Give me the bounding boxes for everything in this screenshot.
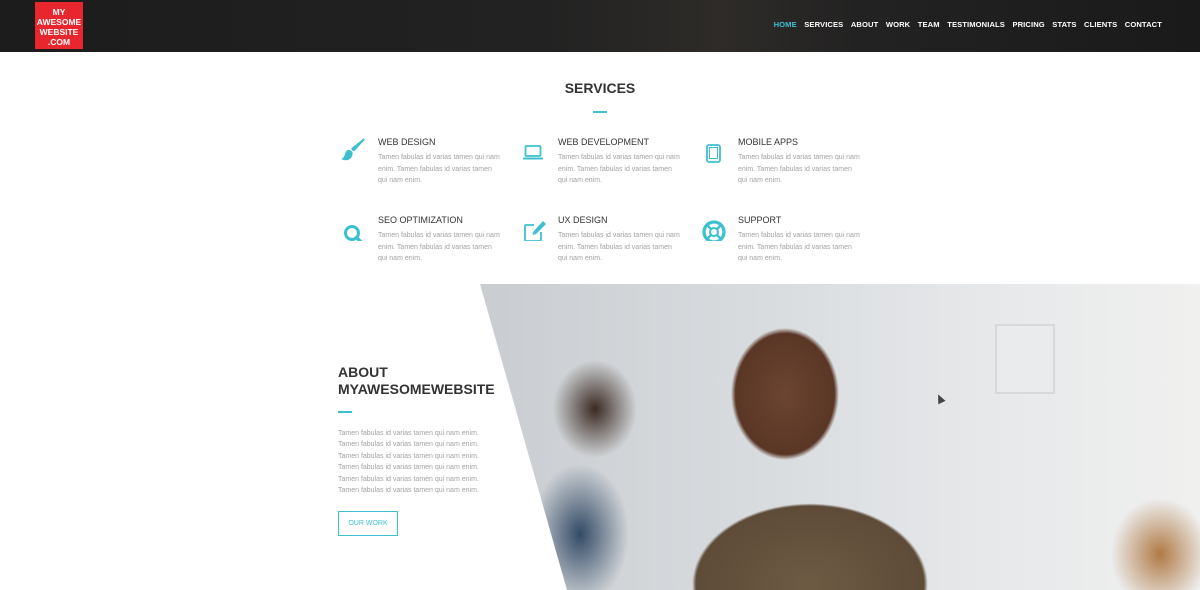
logo-line: .COM	[47, 37, 71, 47]
about-photo	[480, 284, 1200, 590]
nav-services[interactable]: SERVICES	[804, 20, 843, 29]
nav-stats[interactable]: STATS	[1052, 20, 1076, 29]
logo-line: WEBSITE	[39, 27, 79, 37]
services-heading: SERVICES	[564, 80, 636, 96]
site-logo[interactable]: MY AWESOME WEBSITE .COM	[35, 2, 83, 49]
lifebuoy-icon	[702, 220, 726, 241]
service-title: MOBILE APPS	[738, 137, 799, 147]
service-title: WEB DEVELOPMENT	[558, 137, 650, 147]
service-title: SUPPORT	[738, 215, 782, 225]
about-divider	[338, 411, 352, 413]
our-work-button[interactable]: OUR WORK	[338, 511, 398, 536]
mouse-cursor-icon	[934, 392, 946, 405]
main-nav: HOME SERVICES ABOUT WORK TEAM TESTIMONIA…	[766, 20, 1162, 29]
nav-about[interactable]: ABOUT	[851, 20, 879, 29]
service-description: Tamen fabulas id varias tamen qui nam en…	[738, 232, 860, 262]
tablet-icon	[706, 144, 721, 163]
nav-pricing[interactable]: PRICING	[1012, 20, 1044, 29]
service-description: Tamen fabulas id varias tamen qui nam en…	[558, 154, 680, 184]
service-title: WEB DESIGN	[378, 137, 436, 147]
service-description: Tamen fabulas id varias tamen qui nam en…	[738, 154, 860, 184]
logo-line: MY	[52, 7, 66, 17]
laptop-icon	[523, 145, 543, 160]
nav-testimonials[interactable]: TESTIMONIALS	[947, 20, 1005, 29]
nav-work[interactable]: WORK	[886, 20, 910, 29]
nav-contact[interactable]: CONTACT	[1125, 20, 1162, 29]
brush-icon	[341, 138, 365, 161]
service-description: Tamen fabulas id varias tamen qui nam en…	[378, 154, 500, 184]
nav-home[interactable]: HOME	[774, 20, 797, 29]
edit-icon	[524, 221, 546, 241]
about-heading-line1: ABOUT	[338, 364, 388, 380]
service-title: SEO OPTIMIZATION	[378, 215, 463, 225]
service-title: UX DESIGN	[558, 215, 608, 225]
header-bar: MY AWESOME WEBSITE .COM HOME SERVICES AB…	[0, 0, 1200, 52]
service-description: Tamen fabulas id varias tamen qui nam en…	[378, 232, 500, 262]
about-description: Tamen fabulas id varias tamen qui nam en…	[338, 430, 479, 495]
heading-divider	[593, 111, 607, 113]
about-heading-line2: MYAWESOMEWEBSITE	[338, 381, 495, 397]
service-description: Tamen fabulas id varias tamen qui nam en…	[558, 232, 680, 262]
logo-line: AWESOME	[36, 17, 82, 27]
about-heading: ABOUT MYAWESOMEWEBSITE	[338, 364, 495, 398]
background-window	[995, 324, 1055, 394]
nav-clients[interactable]: CLIENTS	[1084, 20, 1117, 29]
nav-team[interactable]: TEAM	[918, 20, 940, 29]
search-icon	[344, 225, 363, 241]
